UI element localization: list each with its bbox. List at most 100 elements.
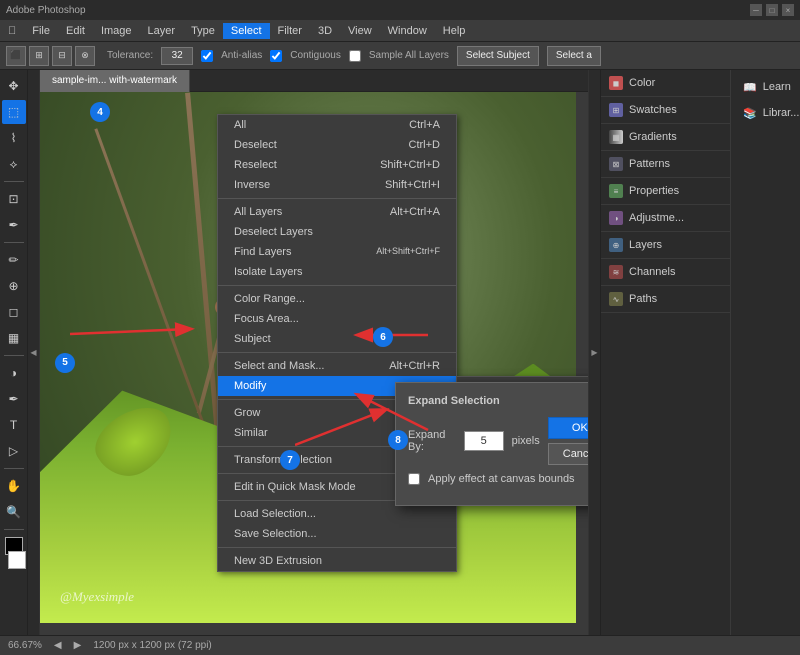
vertical-scrollbar[interactable]	[576, 92, 588, 635]
close-btn[interactable]: ×	[782, 4, 794, 16]
tool-option-4[interactable]: ⊗	[75, 46, 95, 66]
tool-brush[interactable]: ✏	[2, 248, 26, 272]
select-isolate-layers[interactable]: Isolate Layers	[218, 262, 456, 282]
annotation-4: 4	[90, 102, 110, 122]
select-subject-btn[interactable]: Select Subject	[457, 46, 539, 66]
tool-eyedropper[interactable]: ✒	[2, 213, 26, 237]
select-3d-extrusion[interactable]: New 3D Extrusion	[218, 551, 456, 571]
titlebar: Adobe Photoshop ─ □ ×	[0, 0, 800, 20]
select-color-range[interactable]: Color Range...	[218, 289, 456, 309]
panel-color-header[interactable]: ◼ Color	[601, 70, 730, 96]
separator-2	[218, 285, 456, 286]
menu-ps[interactable]: 	[0, 23, 24, 39]
properties-label: Properties	[629, 185, 679, 197]
nav-next[interactable]: ▶	[74, 640, 82, 651]
tolerance-input[interactable]	[161, 47, 193, 65]
left-panel-collapse[interactable]: ◀	[28, 70, 40, 635]
select-and-mask[interactable]: Select and Mask...Alt+Ctrl+R	[218, 356, 456, 376]
tool-zoom[interactable]: 🔍	[2, 500, 26, 524]
menu-filter[interactable]: Filter	[270, 23, 310, 39]
doc-tab-active[interactable]: sample-im... with-watermark	[40, 70, 190, 92]
panel-paths: ∿ Paths	[601, 286, 730, 313]
tool-option-1[interactable]: ⬛	[6, 46, 26, 66]
annotation-5: 5	[55, 353, 75, 373]
select-deselect-layers[interactable]: Deselect Layers	[218, 222, 456, 242]
cancel-btn[interactable]: Cancel	[548, 443, 588, 465]
menu-type[interactable]: Type	[183, 23, 223, 39]
tool-dodge[interactable]: ◑	[2, 361, 26, 385]
tool-pen[interactable]: ✒	[2, 387, 26, 411]
select-load[interactable]: Load Selection...	[218, 504, 456, 524]
tool-lasso[interactable]: ⌇	[2, 126, 26, 150]
select-all-layers[interactable]: All LayersAlt+Ctrl+A	[218, 202, 456, 222]
expand-by-input[interactable]	[464, 431, 504, 451]
patterns-label: Patterns	[629, 158, 670, 170]
libraries-label: Librar...	[763, 107, 800, 119]
panel-gradients: ▦ Gradients	[601, 124, 730, 151]
panel-properties-header[interactable]: ≡ Properties	[601, 178, 730, 204]
menu-view[interactable]: View	[340, 23, 380, 39]
antialias-checkbox[interactable]	[201, 50, 213, 62]
apply-effect-label: Apply effect at canvas bounds	[428, 473, 575, 485]
maximize-btn[interactable]: □	[766, 4, 778, 16]
select-all[interactable]: AllCtrl+A	[218, 115, 456, 135]
menu-image[interactable]: Image	[93, 23, 140, 39]
panel-layers-header[interactable]: ⊕ Layers	[601, 232, 730, 258]
tool-crop[interactable]: ⊡	[2, 187, 26, 211]
panel-patterns-header[interactable]: ⊠ Patterns	[601, 151, 730, 177]
tool-path[interactable]: ▷	[2, 439, 26, 463]
contiguous-checkbox[interactable]	[270, 50, 282, 62]
tool-marquee[interactable]: ⬚	[2, 100, 26, 124]
toolbar-divider-2	[4, 242, 24, 243]
paths-icon: ∿	[609, 292, 623, 306]
background-color[interactable]	[8, 551, 26, 569]
select-find-layers[interactable]: Find LayersAlt+Shift+Ctrl+F	[218, 242, 456, 262]
panel-patterns: ⊠ Patterns	[601, 151, 730, 178]
panel-swatches-header[interactable]: ⊞ Swatches	[601, 97, 730, 123]
menu-help[interactable]: Help	[435, 23, 474, 39]
libraries-header[interactable]: 📚 Librar...	[735, 100, 796, 126]
tool-magic-wand[interactable]: ⟡	[2, 152, 26, 176]
learn-header[interactable]: 📖 Learn	[735, 74, 796, 100]
panel-adjustments-header[interactable]: ◑ Adjustme...	[601, 205, 730, 231]
watermark: @Myexsimple	[60, 589, 134, 605]
select-save[interactable]: Save Selection...	[218, 524, 456, 544]
app-title: Adobe Photoshop	[6, 5, 86, 16]
menu-window[interactable]: Window	[380, 23, 435, 39]
swatches-label: Swatches	[629, 104, 677, 116]
tool-gradient[interactable]: ▦	[2, 326, 26, 350]
right-panel-collapse[interactable]: ▶	[588, 70, 600, 635]
menu-file[interactable]: File	[24, 23, 58, 39]
color-icon: ◼	[609, 76, 623, 90]
menu-edit[interactable]: Edit	[58, 23, 93, 39]
menu-select[interactable]: Select	[223, 23, 270, 39]
tool-hand[interactable]: ✋	[2, 474, 26, 498]
select-inverse[interactable]: InverseShift+Ctrl+I	[218, 175, 456, 195]
select-reselect[interactable]: ReselectShift+Ctrl+D	[218, 155, 456, 175]
dialog-buttons: OK Cancel	[548, 417, 588, 465]
tool-clone[interactable]: ⊕	[2, 274, 26, 298]
tool-option-3[interactable]: ⊟	[52, 46, 72, 66]
select-and-mask-btn[interactable]: Select a	[547, 46, 601, 66]
menu-layer[interactable]: Layer	[140, 23, 184, 39]
menu-3d[interactable]: 3D	[310, 23, 340, 39]
tool-type[interactable]: T	[2, 413, 26, 437]
panel-paths-header[interactable]: ∿ Paths	[601, 286, 730, 312]
canvas-area[interactable]: @Myexsimple 4 5 AllCtrl+A DeselectCtrl+D…	[40, 92, 588, 635]
tool-move[interactable]: ✥	[2, 74, 26, 98]
sample-all-layers-checkbox[interactable]	[349, 50, 361, 62]
horizontal-scrollbar[interactable]	[40, 623, 576, 635]
panel-gradients-header[interactable]: ▦ Gradients	[601, 124, 730, 150]
tool-eraser[interactable]: ◻	[2, 300, 26, 324]
panel-channels-header[interactable]: ≋ Channels	[601, 259, 730, 285]
adjustments-label: Adjustme...	[629, 212, 684, 224]
tool-option-2[interactable]: ⊞	[29, 46, 49, 66]
nav-prev[interactable]: ◀	[54, 640, 62, 651]
right-panel-col1: ◼ Color ⊞ Swatches ▦ Gradients	[601, 70, 730, 635]
adjustments-icon: ◑	[609, 211, 623, 225]
apply-effect-checkbox[interactable]	[408, 473, 420, 485]
select-deselect[interactable]: DeselectCtrl+D	[218, 135, 456, 155]
ok-btn[interactable]: OK	[548, 417, 588, 439]
separator-8	[218, 547, 456, 548]
minimize-btn[interactable]: ─	[750, 4, 762, 16]
